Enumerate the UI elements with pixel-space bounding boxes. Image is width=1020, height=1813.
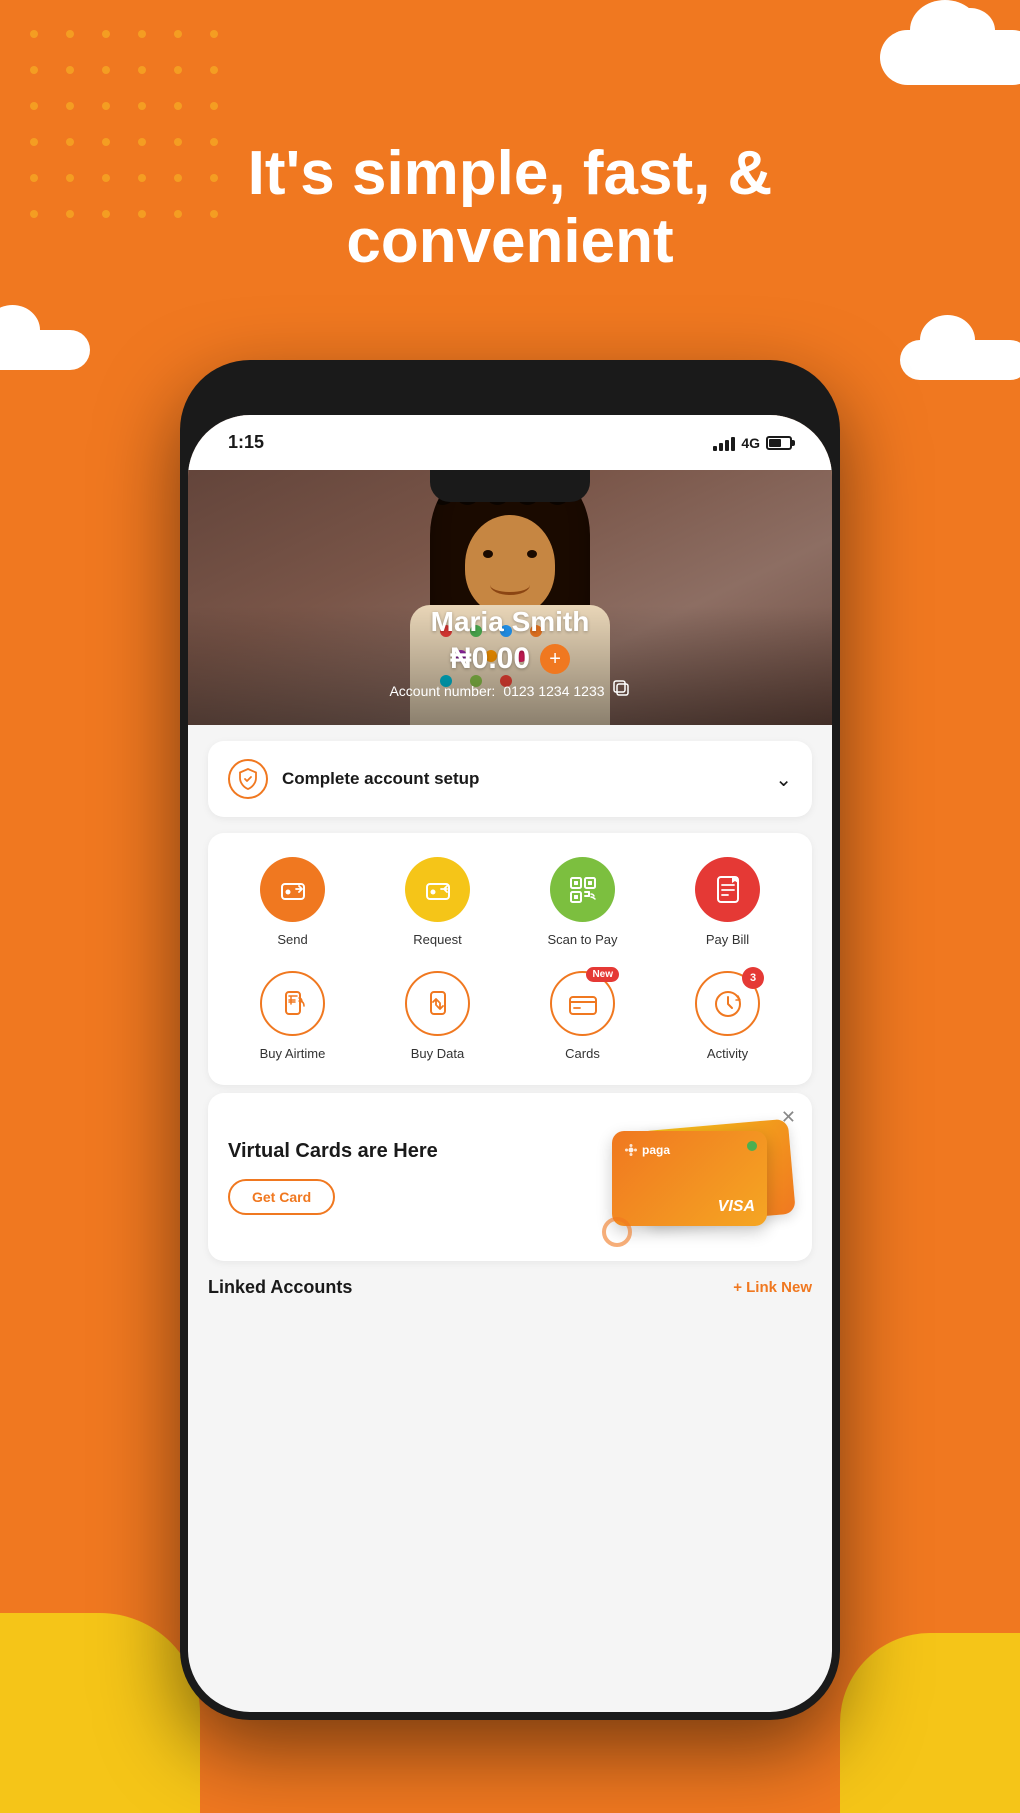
user-name: Maria Smith [188,606,832,638]
activity-label: Activity [707,1046,748,1061]
pay-bill-action[interactable]: Pay Bill [659,857,796,947]
pay-bill-icon [695,857,760,922]
setup-left: Complete account setup [228,759,479,799]
yellow-blob-left [0,1613,200,1813]
banner-title: Virtual Cards are Here [228,1139,612,1163]
buy-airtime-icon [260,971,325,1036]
cloud-mid-right-icon [900,340,1020,380]
request-label: Request [413,932,461,947]
buy-airtime-action[interactable]: Buy Airtime [224,971,361,1061]
scan-to-pay-label: Scan to Pay [547,932,617,947]
headline: It's simple, fast, & convenient [0,140,1020,276]
cards-label: Cards [565,1046,600,1061]
phone-frame: 1:15 4G [180,360,840,1720]
person-smile [490,575,530,595]
linked-accounts-section: Linked Accounts + Link New [208,1269,812,1306]
account-number-value: 0123 1234 1233 [503,683,604,699]
setup-card[interactable]: Complete account setup ⌄ [208,741,812,817]
shield-icon [228,759,268,799]
activity-icon: 3 [695,971,760,1036]
status-icons: 4G [713,435,792,451]
yellow-blob-right [840,1633,1020,1813]
setup-label: Complete account setup [282,769,479,789]
status-time: 1:15 [228,432,264,453]
request-icon [405,857,470,922]
buy-airtime-label: Buy Airtime [260,1046,326,1061]
request-action[interactable]: Request [369,857,506,947]
phone-notch [430,470,590,502]
send-icon [260,857,325,922]
battery-icon [766,436,792,450]
account-label: Account number: [389,683,495,699]
account-number-area: Account number: 0123 1234 1233 [188,680,832,701]
screen-content: paga Maria Smith ₦0.00 + Account number:… [188,415,832,1712]
linked-accounts-title: Linked Accounts [208,1277,352,1298]
cards-icon: New [550,971,615,1036]
signal-bars-icon [713,435,735,451]
signal-type: 4G [741,435,760,451]
cards-action[interactable]: New Cards [514,971,651,1061]
activity-action[interactable]: 3 Activity [659,971,796,1061]
new-badge: New [586,967,619,982]
cloud-top-right-icon [880,30,1020,85]
buy-data-action[interactable]: Buy Data [369,971,506,1061]
phone-screen: 1:15 4G [188,415,832,1712]
person-face [465,515,555,615]
card-status-dot [747,1141,757,1151]
chevron-down-icon: ⌄ [775,767,792,792]
buy-data-icon [405,971,470,1036]
card-front: paga VISA [612,1131,767,1226]
close-banner-button[interactable]: ✕ [781,1107,796,1128]
copy-icon[interactable] [613,680,631,701]
get-card-button[interactable]: Get Card [228,1179,335,1215]
quick-actions-grid: Send Request [208,833,812,1085]
banner-text-area: Virtual Cards are Here Get Card [228,1139,612,1215]
send-action[interactable]: Send [224,857,361,947]
card-decorative-ring [602,1217,632,1247]
visa-label: VISA [718,1198,755,1216]
user-balance: ₦0.00 + [188,642,832,676]
link-new-button[interactable]: + Link New [733,1279,812,1296]
add-money-button[interactable]: + [540,644,570,674]
main-content: Complete account setup ⌄ [188,741,832,1306]
cloud-mid-left-icon [0,330,90,370]
card-visual: paga VISA [612,1117,792,1237]
pay-bill-label: Pay Bill [706,932,749,947]
buy-data-label: Buy Data [411,1046,464,1061]
card-logo: paga [624,1143,755,1157]
card-brand-name: paga [642,1143,670,1157]
balance-amount: ₦0.00 [450,642,530,676]
activity-badge: 3 [742,967,764,989]
user-info: Maria Smith ₦0.00 + Account number: 0123… [188,606,832,725]
scan-to-pay-action[interactable]: Scan to Pay [514,857,651,947]
send-label: Send [277,932,307,947]
scan-to-pay-icon [550,857,615,922]
status-bar: 1:15 4G [188,415,832,470]
virtual-card-banner: Virtual Cards are Here Get Card [208,1093,812,1261]
